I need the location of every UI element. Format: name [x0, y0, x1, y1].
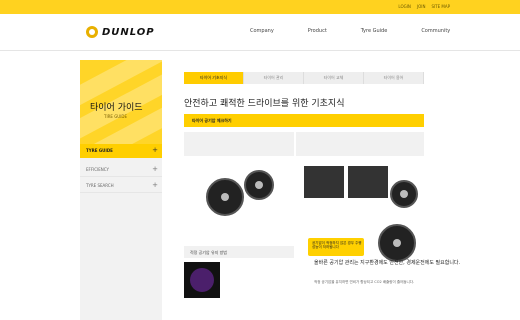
bottom-heading: 올바른 공기압 관리는 지구환경에도 안전한, 경제운전에도 필요합니다.: [314, 260, 461, 266]
info-box: [296, 132, 424, 156]
tab-glossary[interactable]: 타이어 용어: [364, 72, 424, 84]
thumbnail-caption: 적정 공기압 유지 방법: [190, 250, 227, 255]
thumbnail-caption-bar: 적정 공기압 유지 방법: [184, 246, 294, 258]
plus-icon: +: [152, 146, 158, 154]
sitemap-link[interactable]: SITE MAP: [431, 4, 450, 9]
sidebar-item-label: EFFICIENCY: [86, 167, 109, 172]
brand-wordmark: DUNLOP: [102, 26, 155, 38]
page-title: 안전하고 쾌적한 드라이브를 위한 기초지식: [184, 99, 345, 109]
sidebar-item-label: TYRE GUIDE: [86, 148, 113, 153]
hero-title: 타이어 가이드: [90, 103, 143, 113]
nav-community[interactable]: Community: [421, 28, 450, 34]
dunlop-logo-icon: [86, 26, 98, 38]
section-header-bar: 타이어 공기압 체크하기: [184, 114, 424, 127]
sidebar-item-efficiency[interactable]: EFFICIENCY +: [80, 162, 162, 177]
plus-icon: +: [152, 181, 158, 189]
tire-illustration: [206, 178, 244, 216]
nav-company[interactable]: Company: [250, 28, 274, 34]
tab-replacement[interactable]: 타이어 교체: [304, 72, 364, 84]
nav-tyre-guide[interactable]: Tyre Guide: [361, 28, 388, 34]
tire-hub: [255, 181, 263, 189]
section-header-label: 타이어 공기압 체크하기: [192, 118, 232, 123]
tire-hub: [221, 193, 229, 201]
brand-logo[interactable]: DUNLOP: [86, 26, 155, 38]
tire-hub: [400, 190, 408, 198]
photo-panel: [304, 166, 344, 198]
hero-subtitle: TIRE GUIDE: [104, 114, 128, 119]
utility-links: LOGIN JOIN SITE MAP: [398, 4, 450, 9]
bottom-text: 적정 공기압을 유지하면 연비가 향상되고 CO2 배출량이 줄어듭니다.: [314, 280, 415, 284]
tab-basics[interactable]: 타이어 기초지식: [184, 72, 244, 84]
info-box: [184, 132, 294, 156]
nav-product[interactable]: Product: [308, 28, 327, 34]
plus-icon: +: [152, 165, 158, 173]
tire-mascot-illustration: [390, 180, 418, 208]
section-hero-banner: 타이어 가이드 TIRE GUIDE: [80, 60, 162, 144]
tab-care[interactable]: 타이어 관리: [244, 72, 304, 84]
top-utility-bar: LOGIN JOIN SITE MAP: [0, 0, 520, 14]
login-link[interactable]: LOGIN: [398, 4, 411, 9]
join-link[interactable]: JOIN: [417, 4, 426, 9]
main-navigation: DUNLOP Company Product Tyre Guide Commun…: [0, 14, 520, 51]
tire-mascot-illustration: [378, 224, 416, 262]
photo-panel: [348, 166, 388, 198]
callout-box: 공기압이 적정하지 않은 경우 주행 성능이 저하됩니다: [308, 238, 364, 256]
tab-bar: 타이어 기초지식 타이어 관리 타이어 교체 타이어 용어: [184, 72, 424, 84]
sidebar-item-tyre-search[interactable]: TYRE SEARCH +: [80, 178, 162, 193]
sidebar-item-tyre-guide[interactable]: TYRE GUIDE +: [80, 144, 162, 158]
tire-illustration: [244, 170, 274, 200]
thumbnail-image: [184, 262, 220, 298]
thumbnail-art: [190, 268, 214, 292]
sidebar-item-label: TYRE SEARCH: [86, 183, 114, 188]
primary-nav: Company Product Tyre Guide Community: [250, 28, 450, 34]
callout-text: 공기압이 적정하지 않은 경우 주행 성능이 저하됩니다: [312, 241, 362, 249]
tire-hub: [393, 239, 401, 247]
